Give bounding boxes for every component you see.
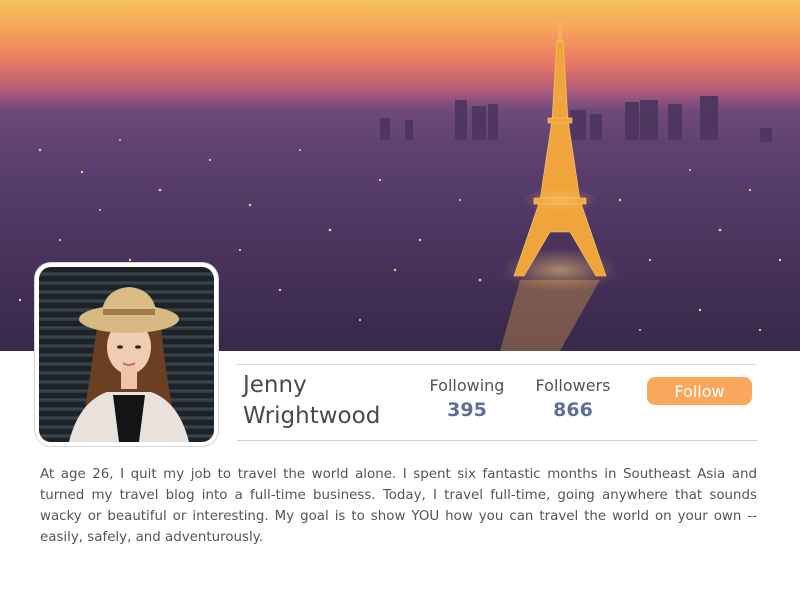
following-stat[interactable]: Following 395 (422, 375, 512, 423)
profile-bio: At age 26, I quit my job to travel the w… (40, 467, 757, 545)
following-count: 395 (447, 399, 487, 421)
following-label: Following (429, 376, 505, 395)
follow-button[interactable]: Follow (647, 377, 752, 405)
profile-name: Jenny Wrightwood (243, 372, 381, 429)
profile-header: Jenny Wrightwood Following 395 Followers… (237, 364, 757, 441)
profile-photo (39, 267, 214, 442)
followers-label: Followers (535, 376, 611, 395)
followers-stat[interactable]: Followers 866 (528, 375, 618, 423)
followers-count: 866 (553, 399, 593, 421)
avatar[interactable] (35, 263, 218, 446)
person-illustration (69, 287, 189, 442)
